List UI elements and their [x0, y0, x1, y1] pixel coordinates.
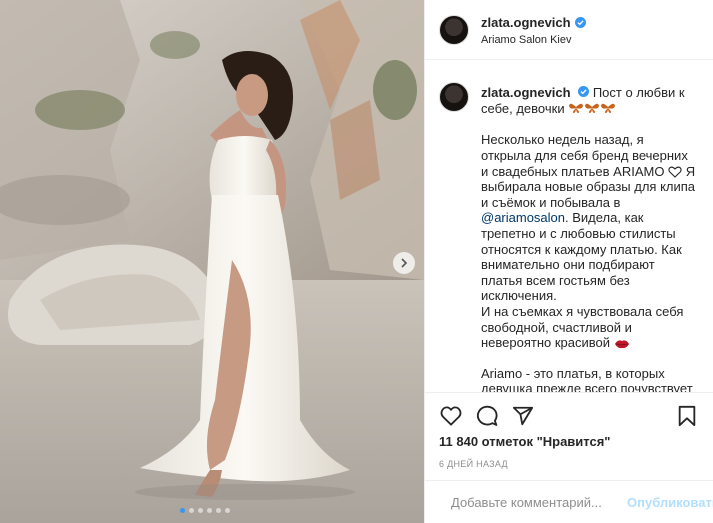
action-bar: [425, 392, 713, 438]
carousel-dot: [189, 508, 194, 513]
share-button[interactable]: [511, 404, 535, 428]
chevron-right-icon: [401, 258, 408, 268]
post-timestamp[interactable]: 6 ДНЕЙ НАЗАД: [439, 459, 508, 469]
carousel-dot: [225, 508, 230, 513]
likes-count[interactable]: 11 840 отметок "Нравится": [439, 434, 610, 449]
avatar[interactable]: [439, 82, 469, 112]
heart-outline-icon: [668, 166, 682, 178]
caption-username[interactable]: zlata.ognevich: [481, 85, 571, 100]
comment-form: Опубликовать: [425, 480, 713, 523]
header-username[interactable]: zlata.ognevich: [481, 15, 586, 30]
bookmark-icon: [678, 405, 696, 426]
caption-scroll-area[interactable]: zlata.ognevich Пост о любви к себе, дево…: [425, 70, 713, 392]
next-slide-button[interactable]: [393, 252, 415, 274]
location-link[interactable]: Ariamo Salon Kiev: [481, 34, 586, 46]
carousel-dot: [198, 508, 203, 513]
lips-icon: [614, 340, 629, 348]
butterfly-icon: [568, 101, 616, 118]
carousel-dot: [207, 508, 212, 513]
paper-plane-icon: [512, 406, 534, 425]
header-username-text[interactable]: zlata.ognevich: [481, 15, 571, 30]
carousel-dot: [180, 508, 185, 513]
post-header: zlata.ognevich Ariamo Salon Kiev: [425, 0, 713, 60]
caption-para3: Ariamo - это платья, в которых девушка п…: [481, 365, 693, 392]
caption-para1-a: Несколько недель назад, я открыла для се…: [481, 132, 688, 179]
save-button[interactable]: [675, 404, 699, 428]
avatar[interactable]: [439, 14, 469, 45]
heart-icon: [440, 405, 462, 426]
carousel-dot: [216, 508, 221, 513]
caption-text: zlata.ognevich Пост о любви к себе, дево…: [481, 70, 696, 392]
verified-badge-icon: [574, 16, 586, 28]
like-button[interactable]: [439, 404, 463, 428]
comment-icon: [476, 405, 498, 426]
beach-photo-image: [0, 0, 424, 523]
mention-link[interactable]: @ariamosalon: [481, 210, 565, 225]
comment-button[interactable]: [475, 404, 499, 428]
caption-para2: И на съемках я чувствовала себя свободно…: [481, 303, 684, 351]
post-side-panel: zlata.ognevich Ariamo Salon Kiev zlata.o…: [424, 0, 713, 523]
comment-input[interactable]: [451, 494, 627, 510]
post-photo[interactable]: [0, 0, 424, 523]
carousel-indicator: [180, 508, 230, 513]
publish-button[interactable]: Опубликовать: [627, 495, 713, 510]
verified-badge-icon: [578, 86, 590, 97]
